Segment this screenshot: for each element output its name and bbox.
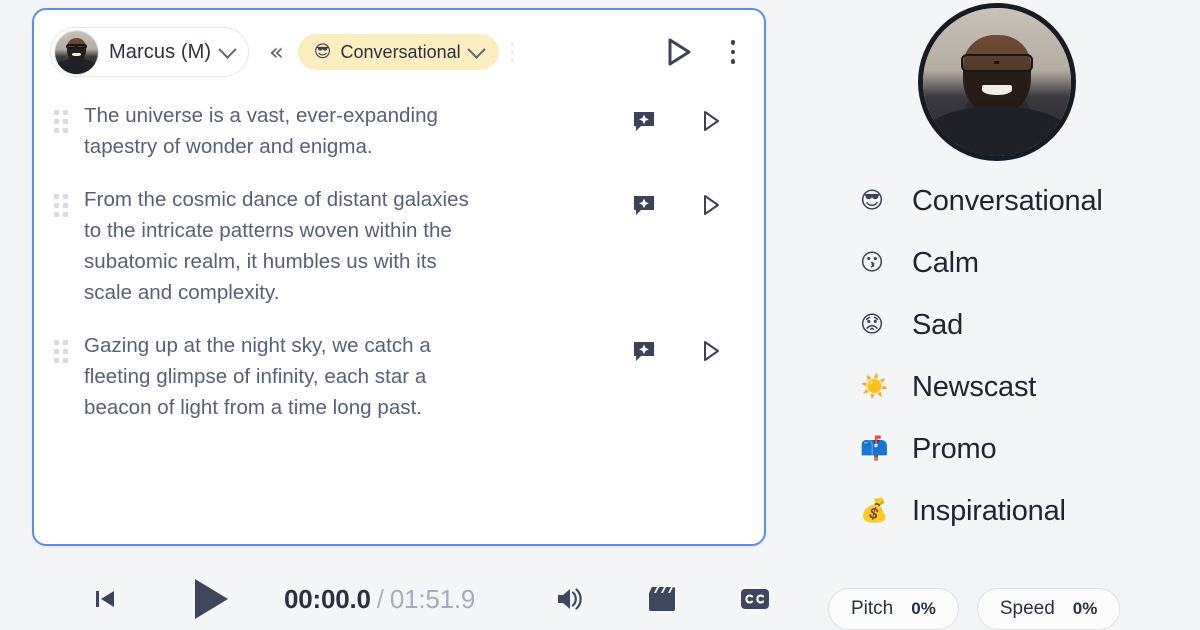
emotion-emoji-icon: 📫 xyxy=(860,435,889,462)
emotion-label: Conversational xyxy=(912,184,1103,217)
emotion-label: Newscast xyxy=(912,370,1037,403)
play-filled-icon xyxy=(195,579,228,619)
drag-handle-icon[interactable] xyxy=(48,340,74,363)
chevron-down-icon xyxy=(218,39,237,59)
speed-value: 0% xyxy=(1072,599,1098,618)
transport-bar: 00:00.0/01:51.9 xyxy=(0,568,810,630)
emotion-emoji-icon: 😎 xyxy=(860,187,884,214)
volume-icon xyxy=(558,588,582,610)
speaker-portrait xyxy=(918,3,1076,161)
emotion-item-promo[interactable]: 📫 Promo xyxy=(860,418,1190,480)
sentence-row: Gazing up at the night sky, we catch a f… xyxy=(48,330,746,423)
closed-captions-icon xyxy=(741,589,770,609)
chevron-down-icon xyxy=(466,39,486,59)
timecode: 00:00.0/01:51.9 xyxy=(284,584,475,615)
chip-drag-handle-icon[interactable] xyxy=(505,42,521,62)
kebab-menu-icon[interactable] xyxy=(720,40,746,64)
speed-label: Speed xyxy=(999,598,1055,619)
sentence-play-button[interactable] xyxy=(700,193,722,217)
play-outline-icon xyxy=(704,195,719,215)
captions-button[interactable] xyxy=(739,586,771,612)
pitch-value: 0% xyxy=(911,599,936,618)
skip-to-start-button[interactable] xyxy=(92,586,118,612)
emotion-label: Calm xyxy=(912,246,979,279)
emotion-emoji-icon: ☀️ xyxy=(860,373,889,400)
emotion-emoji-icon: 😗 xyxy=(860,249,884,276)
audio-controls: Pitch 0% Speed 0% xyxy=(828,588,1121,630)
emotion-item-newscast[interactable]: ☀️ Newscast xyxy=(860,356,1190,418)
emotion-item-sad[interactable]: 😟 Sad xyxy=(860,294,1190,356)
sentence-row: The universe is a vast, ever-expanding t… xyxy=(48,100,746,162)
clapperboard-icon xyxy=(649,587,676,611)
sentence-play-button[interactable] xyxy=(700,109,722,133)
editor-column: Marcus (M) « 😎 Conversational The univer… xyxy=(0,0,810,630)
sentence-play-button[interactable] xyxy=(700,339,722,363)
emotion-item-conversational[interactable]: 😎 Conversational xyxy=(860,170,1190,232)
app-root: Marcus (M) « 😎 Conversational The univer… xyxy=(0,0,1200,630)
volume-button[interactable] xyxy=(555,585,585,613)
clapperboard-button[interactable] xyxy=(647,585,677,613)
play-outline-icon xyxy=(704,111,719,131)
pitch-label: Pitch xyxy=(851,598,894,619)
emotion-emoji-icon: 💰 xyxy=(860,497,889,524)
speaker-selector[interactable]: Marcus (M) xyxy=(50,27,250,77)
emotion-emoji-icon: 😟 xyxy=(860,311,884,338)
play-outline-icon xyxy=(704,341,719,361)
drag-handle-icon[interactable] xyxy=(48,110,74,133)
pitch-control[interactable]: Pitch 0% xyxy=(828,588,959,630)
play-outline-icon xyxy=(668,38,691,66)
sentence-text[interactable]: The universe is a vast, ever-expanding t… xyxy=(84,100,474,162)
emotion-panel: 😎 Conversational 😗 Calm 😟 Sad ☀️ Newscas… xyxy=(810,0,1200,630)
sentence-actions xyxy=(632,339,746,363)
emotion-item-inspirational[interactable]: 💰 Inspirational xyxy=(860,480,1190,542)
emotion-label: Inspirational xyxy=(912,494,1066,527)
emotion-label: Promo xyxy=(912,432,997,465)
emotion-emoji-icon: 😎 xyxy=(313,41,332,62)
emotion-label: Sad xyxy=(912,308,963,341)
emotion-chip[interactable]: 😎 Conversational xyxy=(297,34,499,70)
transport-tools xyxy=(555,585,771,613)
sparkle-bubble-icon[interactable] xyxy=(632,109,656,133)
play-button[interactable] xyxy=(190,576,232,622)
sentence-text[interactable]: Gazing up at the night sky, we catch a f… xyxy=(84,330,474,423)
skip-to-start-icon xyxy=(96,591,114,607)
emotion-chip-label: Conversational xyxy=(340,41,461,62)
speed-control[interactable]: Speed 0% xyxy=(976,588,1121,630)
preview-play-button[interactable] xyxy=(664,36,694,68)
sparkle-bubble-icon[interactable] xyxy=(632,193,656,217)
sentence-text[interactable]: From the cosmic dance of distant galaxie… xyxy=(84,184,474,308)
emotion-list: 😎 Conversational 😗 Calm 😟 Sad ☀️ Newscas… xyxy=(860,170,1190,542)
current-time: 00:00.0 xyxy=(284,583,371,614)
sparkle-bubble-icon[interactable] xyxy=(632,339,656,363)
editor-toolbar: Marcus (M) « 😎 Conversational xyxy=(34,10,764,94)
drag-handle-icon[interactable] xyxy=(48,194,74,217)
sentence-actions xyxy=(632,109,746,133)
script-editor-card: Marcus (M) « 😎 Conversational The univer… xyxy=(32,8,766,546)
sentence-row: From the cosmic dance of distant galaxie… xyxy=(48,184,746,308)
sentence-actions xyxy=(632,193,746,217)
emotion-item-calm[interactable]: 😗 Calm xyxy=(860,232,1190,294)
speaker-name: Marcus (M) xyxy=(109,40,212,63)
chevron-double-left-icon[interactable]: « xyxy=(269,40,284,64)
time-separator: / xyxy=(376,583,384,614)
sentence-list: The universe is a vast, ever-expanding t… xyxy=(34,94,764,423)
total-time: 01:51.9 xyxy=(389,583,476,614)
speaker-avatar xyxy=(54,29,99,75)
